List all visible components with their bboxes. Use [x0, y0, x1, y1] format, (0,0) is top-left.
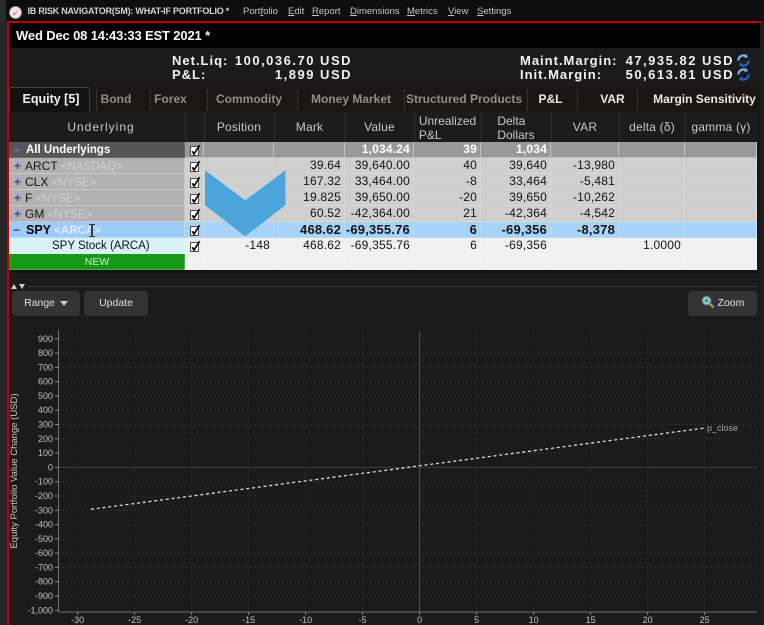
- svg-text:10: 10: [529, 615, 539, 625]
- svg-text:900: 900: [38, 334, 53, 344]
- svg-text:-300: -300: [35, 505, 53, 515]
- svg-text:-10: -10: [299, 615, 312, 625]
- svg-text:-400: -400: [35, 520, 53, 530]
- svg-text:-900: -900: [35, 591, 53, 601]
- svg-text:0: 0: [48, 462, 53, 472]
- svg-text:-100: -100: [35, 477, 53, 487]
- svg-text:Equity Portfolio Value Change: Equity Portfolio Value Change (USD): [9, 393, 20, 548]
- svg-text:200: 200: [38, 434, 53, 444]
- svg-text:-700: -700: [35, 562, 53, 572]
- svg-text:15: 15: [586, 615, 596, 625]
- svg-text:300: 300: [38, 420, 53, 430]
- svg-text:-5: -5: [359, 615, 367, 625]
- svg-text:-600: -600: [35, 548, 53, 558]
- svg-text:-1,000: -1,000: [27, 605, 53, 615]
- svg-text:0: 0: [417, 615, 422, 625]
- svg-text:-15: -15: [242, 615, 255, 625]
- svg-text:-25: -25: [128, 615, 141, 625]
- svg-text:600: 600: [38, 377, 53, 387]
- svg-text:-800: -800: [35, 577, 53, 587]
- svg-text:800: 800: [38, 348, 53, 358]
- svg-text:100: 100: [38, 448, 53, 458]
- svg-text:-20: -20: [185, 615, 198, 625]
- svg-text:5: 5: [474, 615, 479, 625]
- svg-text:-200: -200: [35, 491, 53, 501]
- svg-text:-30: -30: [71, 615, 84, 625]
- svg-text:p_close: p_close: [707, 423, 738, 433]
- svg-text:500: 500: [38, 391, 53, 401]
- svg-text:20: 20: [643, 615, 653, 625]
- svg-text:400: 400: [38, 405, 53, 415]
- svg-text:700: 700: [38, 362, 53, 372]
- svg-text:25: 25: [700, 615, 710, 625]
- svg-text:-500: -500: [35, 534, 53, 544]
